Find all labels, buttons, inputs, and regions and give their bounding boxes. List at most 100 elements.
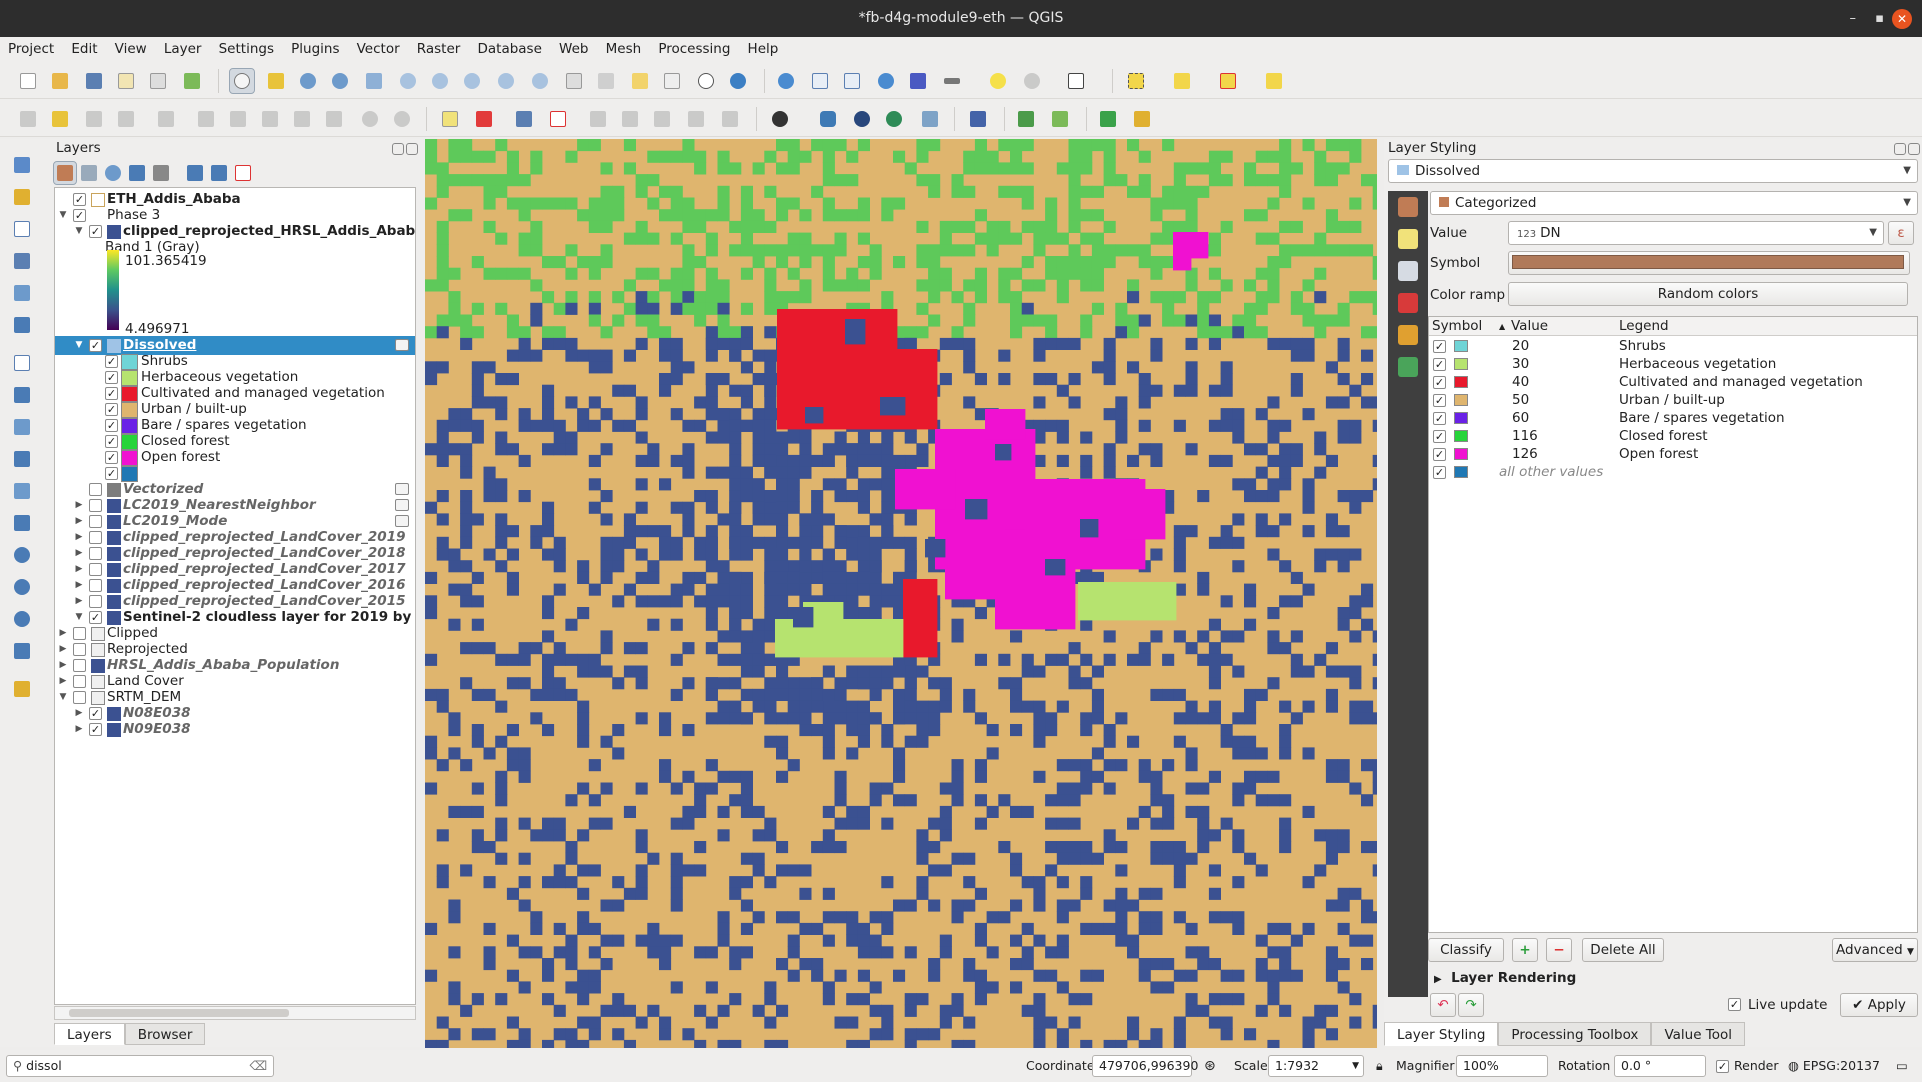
menu-mesh[interactable]: Mesh [598, 37, 647, 61]
category-checkbox[interactable]: ✓ [1433, 340, 1446, 353]
live-update-checkbox[interactable]: ✓ [1728, 998, 1741, 1011]
lock-scale-icon[interactable]: 🔒︎ [1376, 1050, 1383, 1082]
pan-to-selection-icon[interactable] [264, 69, 288, 93]
category-checkbox[interactable]: ✓ [1433, 376, 1446, 389]
add-wcs-icon[interactable] [10, 575, 34, 599]
layer-tree-scrollbar[interactable] [54, 1006, 416, 1020]
manage-visibility-icon[interactable] [102, 162, 124, 184]
zoom-in-icon[interactable] [296, 69, 320, 93]
category-symbol-swatch[interactable] [1454, 466, 1468, 478]
masks-icon[interactable] [1398, 261, 1418, 281]
group-visibility-checkbox[interactable] [73, 691, 86, 704]
layer-visibility-checkbox[interactable]: ✓ [89, 225, 102, 238]
history-icon[interactable] [1398, 357, 1418, 377]
add-postgis-icon[interactable] [10, 447, 34, 471]
layer-visibility-checkbox[interactable] [89, 579, 102, 592]
group-visibility-checkbox[interactable]: ✓ [73, 209, 86, 222]
tab-processing-toolbox[interactable]: Processing Toolbox [1498, 1022, 1652, 1046]
category-symbol-swatch[interactable] [1454, 394, 1468, 406]
coordinate-field[interactable]: 479706,996390 [1092, 1055, 1198, 1077]
labels-icon[interactable] [1398, 229, 1418, 249]
new-geopackage-icon[interactable] [10, 185, 34, 209]
maximize-button[interactable]: ▪ [1875, 0, 1884, 37]
move-label-icon[interactable] [586, 107, 610, 131]
layout-manager-icon[interactable] [146, 69, 170, 93]
close-panel-icon[interactable] [1908, 143, 1920, 155]
georeferencer-icon[interactable] [918, 107, 942, 131]
symbology-icon[interactable] [1398, 197, 1418, 217]
category-value[interactable]: 50 [1512, 391, 1529, 409]
actions-icon[interactable] [1020, 69, 1044, 93]
add-virtual-layer-icon[interactable] [10, 479, 34, 503]
layer-visibility-checkbox[interactable]: ✓ [89, 339, 102, 352]
layer-visibility-checkbox[interactable] [89, 547, 102, 560]
measure-line-icon[interactable] [940, 69, 964, 93]
category-checkbox[interactable]: ✓ [1433, 430, 1446, 443]
category-legend[interactable]: Shrubs [1619, 337, 1666, 355]
category-checkbox[interactable]: ✓ [1433, 466, 1446, 479]
remove-layer-icon[interactable] [232, 162, 254, 184]
toggle-editing-icon[interactable] [48, 107, 72, 131]
add-xyz-icon[interactable] [10, 607, 34, 631]
category-row[interactable]: ✓ 60 Bare / spares vegetation [1429, 409, 1917, 427]
zoom-native-icon[interactable] [460, 69, 484, 93]
coordinate-capture-icon[interactable] [768, 107, 792, 131]
category-legend[interactable]: Closed forest [1619, 427, 1708, 445]
paste-features-icon[interactable] [322, 107, 346, 131]
close-panel-icon[interactable] [406, 143, 418, 155]
layer-indicator-icon[interactable] [395, 339, 409, 351]
layer-styling-icon[interactable] [53, 161, 77, 185]
tab-browser[interactable]: Browser [124, 1023, 206, 1045]
metasearch-icon[interactable] [882, 107, 906, 131]
add-arcgis-icon[interactable] [10, 639, 34, 663]
float-panel-icon[interactable] [1894, 143, 1906, 155]
show-hide-labels-icon[interactable] [684, 107, 708, 131]
change-label-icon[interactable] [650, 107, 674, 131]
cut-features-icon[interactable] [258, 107, 282, 131]
styling-layer-select[interactable]: Dissolved ▼ [1388, 159, 1918, 183]
add-raster-layer-icon[interactable] [10, 249, 34, 273]
expand-arrow-icon[interactable]: ▶ [73, 720, 85, 739]
value-tool-icon[interactable] [1130, 107, 1154, 131]
layer-visibility-checkbox[interactable]: ✓ [73, 193, 86, 206]
show-bookmarks-icon[interactable] [660, 69, 684, 93]
plugin-tool-icon[interactable] [1014, 107, 1038, 131]
menu-edit[interactable]: Edit [63, 37, 102, 61]
zoom-next-icon[interactable] [528, 69, 552, 93]
category-value[interactable]: 126 [1512, 445, 1538, 463]
processing-settings-icon[interactable] [874, 69, 898, 93]
layer-visibility-checkbox[interactable] [89, 531, 102, 544]
category-checkbox[interactable]: ✓ [1433, 394, 1446, 407]
select-features-icon[interactable] [1124, 69, 1148, 93]
label-toolbar-icon[interactable] [438, 107, 462, 131]
column-legend[interactable]: Legend [1619, 317, 1669, 336]
web-map-icon[interactable] [850, 107, 874, 131]
add-vector-layer-icon[interactable] [10, 217, 34, 241]
magnifier-field[interactable]: 100% [1456, 1055, 1548, 1077]
attribute-table-icon[interactable] [808, 69, 832, 93]
menu-view[interactable]: View [107, 37, 152, 61]
category-symbol-swatch[interactable] [1454, 448, 1468, 460]
layer-visibility-checkbox[interactable] [89, 483, 102, 496]
map-tips-icon[interactable] [986, 69, 1010, 93]
category-legend[interactable]: Cultivated and managed vegetation [1619, 373, 1863, 391]
layer-visibility-checkbox[interactable] [89, 515, 102, 528]
category-checkbox[interactable]: ✓ [105, 371, 118, 384]
layer-indicator-icon[interactable] [395, 515, 409, 527]
value-field-select[interactable]: 123 DN ▼ [1508, 221, 1884, 245]
category-checkbox[interactable]: ✓ [1433, 412, 1446, 425]
current-edits-icon[interactable] [16, 107, 40, 131]
category-checkbox[interactable]: ✓ [1433, 448, 1446, 461]
float-panel-icon[interactable] [392, 143, 404, 155]
classify-button[interactable]: Classify [1428, 938, 1504, 962]
toggle-extents-icon[interactable]: ⊛ [1204, 1050, 1216, 1082]
menu-layer[interactable]: Layer [156, 37, 207, 61]
column-value[interactable]: Value [1511, 317, 1548, 336]
deselect-features-icon[interactable] [1216, 69, 1240, 93]
search-plugin-icon[interactable] [1096, 107, 1120, 131]
menu-raster[interactable]: Raster [409, 37, 466, 61]
category-legend[interactable]: Herbaceous vegetation [1619, 355, 1776, 373]
new-project-icon[interactable] [16, 69, 40, 93]
zoom-full-icon[interactable] [362, 69, 386, 93]
category-legend[interactable]: Open forest [1619, 445, 1698, 463]
